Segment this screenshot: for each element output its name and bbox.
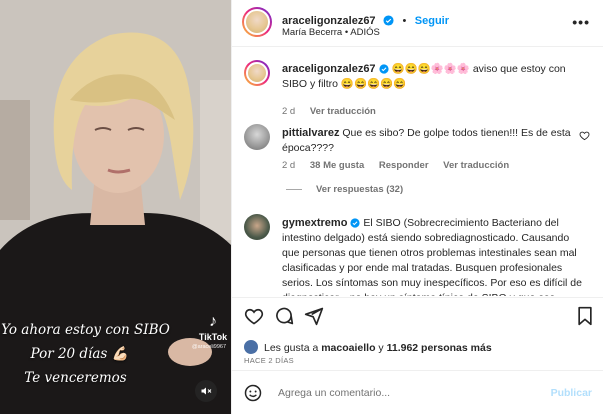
caption-avatar[interactable] — [244, 60, 270, 86]
likes-summary: Les gusta a macoaiello y 11.962 personas… — [244, 340, 492, 354]
save-bookmark-icon[interactable] — [576, 306, 594, 326]
comment-meta: 2 d 38 Me gusta Responder Ver traducción — [282, 160, 521, 171]
comment-username[interactable]: araceligonzalez67 — [282, 63, 376, 75]
reply-button[interactable]: Responder — [379, 160, 429, 171]
translate-link[interactable]: Ver traducción — [443, 160, 509, 171]
comment-meta: 2 d Ver traducción — [282, 106, 388, 117]
replies-divider-line — [286, 188, 302, 190]
comment-bubble-icon[interactable] — [274, 306, 294, 326]
like-heart-icon[interactable] — [244, 306, 264, 326]
tiktok-label: TikTok — [198, 332, 228, 342]
separator-dot: • — [402, 15, 407, 27]
follow-button[interactable]: Seguir — [415, 15, 449, 27]
comment-username[interactable]: pittialvarez — [282, 127, 339, 139]
mute-button[interactable] — [195, 380, 217, 402]
comment-time: 2 d — [282, 160, 296, 171]
comment-text-block: araceligonzalez67 😄😄😄🌸🌸🌸 aviso que estoy… — [282, 62, 587, 92]
post-header: araceligonzalez67 • Seguir María Becerra… — [232, 0, 603, 47]
author-username[interactable]: araceligonzalez67 — [282, 15, 376, 27]
author-avatar[interactable] — [242, 7, 272, 37]
translate-link[interactable]: Ver traducción — [310, 106, 376, 117]
comment-time: 2 d — [282, 106, 296, 117]
tiktok-watermark: ♪ TikTok @araceli9967 — [192, 313, 230, 351]
tiktok-user: @araceli9967 — [191, 344, 227, 350]
post-details-panel: araceligonzalez67 • Seguir María Becerra… — [231, 0, 603, 414]
more-options-button[interactable]: ••• — [572, 14, 590, 30]
emoji-smiley-icon[interactable] — [244, 384, 262, 402]
view-replies-button[interactable]: Ver respuestas (32) — [286, 184, 403, 195]
comment-input[interactable] — [278, 383, 528, 403]
like-comment-heart-icon[interactable] — [579, 130, 590, 141]
tiktok-icon: ♪ — [209, 313, 217, 330]
video-player[interactable]: Yo ahora estoy con SIBO Por 20 días 💪🏻 T… — [0, 0, 231, 414]
comment-username[interactable]: gymextremo — [282, 217, 347, 229]
comment-composer: Publicar — [232, 370, 603, 414]
liker-username[interactable]: macoaiello — [321, 342, 375, 354]
action-bar: Les gusta a macoaiello y 11.962 personas… — [232, 297, 603, 377]
commenter-avatar[interactable] — [244, 214, 270, 240]
comment-like-count[interactable]: 38 Me gusta — [310, 160, 364, 171]
video-caption-line-3: Te venceremos — [24, 370, 127, 386]
likes-count[interactable]: 11.962 personas más — [387, 342, 492, 354]
likes-prefix: Les gusta a — [264, 342, 322, 354]
video-caption-line-1: Yo ahora estoy con SIBO — [1, 322, 170, 338]
comment-text-block: gymextremo El SIBO (Sobrecrecimiento Bac… — [282, 216, 587, 296]
commenter-avatar[interactable] — [244, 124, 270, 150]
comments-list[interactable]: araceligonzalez67 😄😄😄🌸🌸🌸 aviso que estoy… — [232, 48, 603, 296]
share-paper-plane-icon[interactable] — [304, 306, 324, 326]
publish-button[interactable]: Publicar — [551, 387, 592, 399]
verified-badge-icon — [350, 218, 361, 228]
verified-badge-icon — [378, 64, 389, 74]
audio-attribution[interactable]: María Becerra • ADIÓS — [282, 27, 380, 38]
liker-avatar[interactable] — [244, 340, 258, 354]
likes-middle: y — [375, 342, 387, 354]
comment-text-block: pittialvarez Que es sibo? De golpe todos… — [282, 126, 572, 156]
video-caption-line-2: Por 20 días 💪🏻 — [30, 346, 129, 362]
verified-badge-icon — [383, 15, 394, 26]
post-date[interactable]: HACE 2 DÍAS — [244, 356, 294, 365]
speaker-muted-icon — [201, 387, 212, 395]
view-replies-label[interactable]: Ver respuestas (32) — [316, 184, 403, 195]
